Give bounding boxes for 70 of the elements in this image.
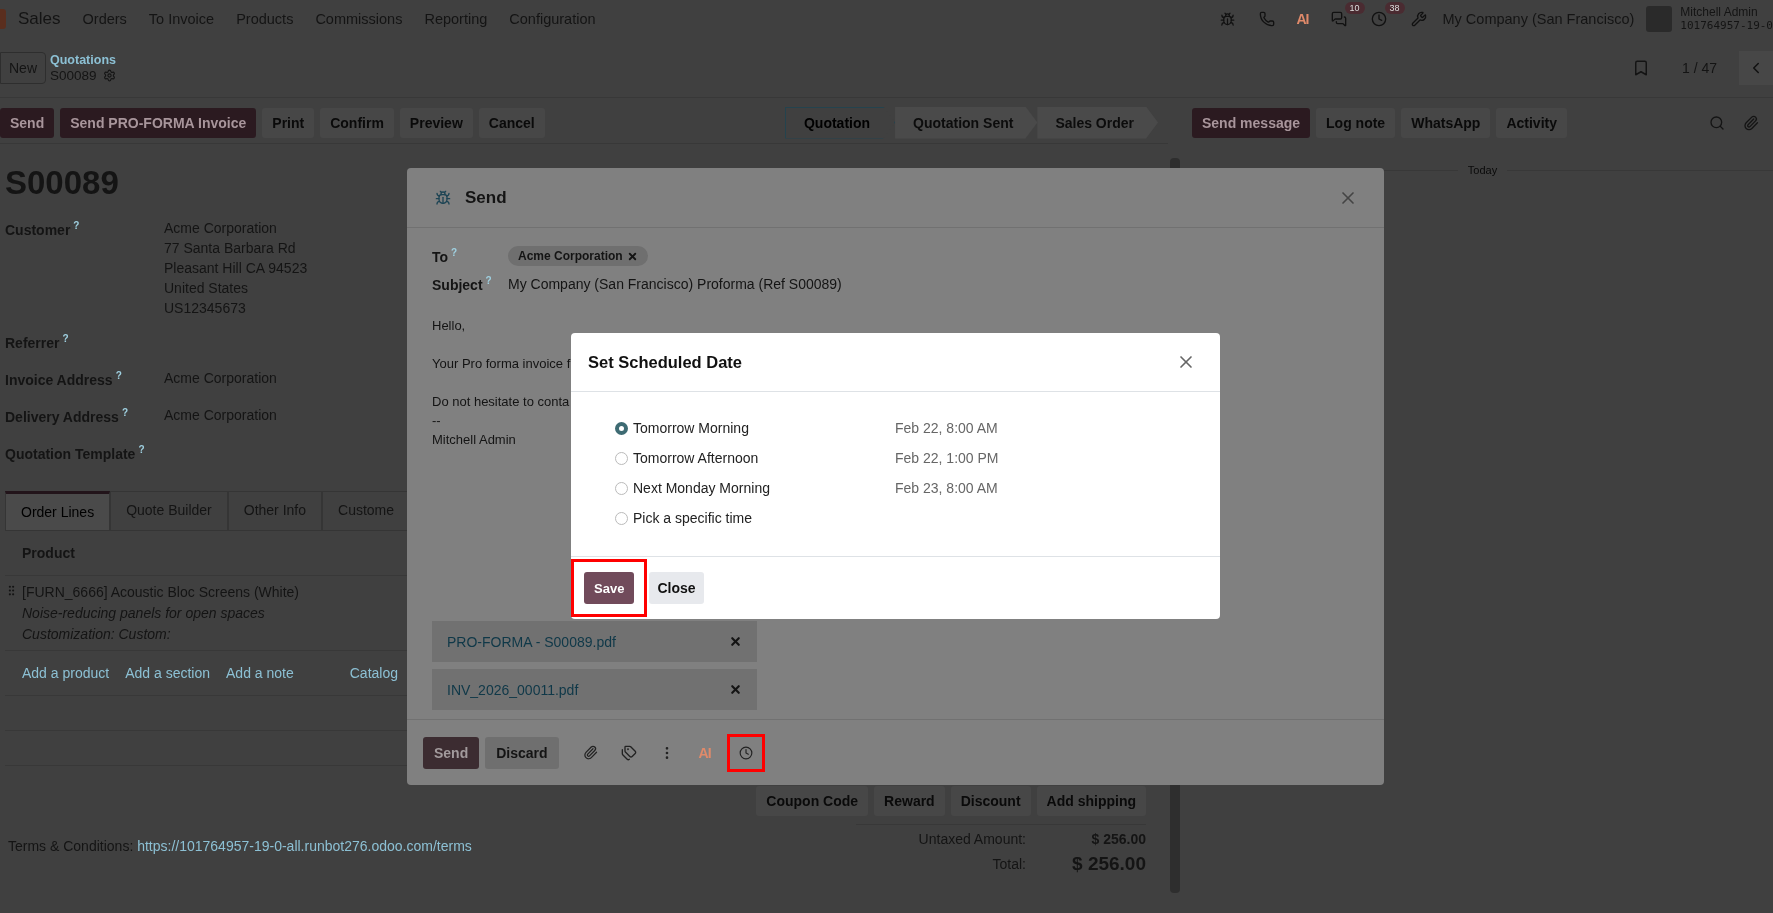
dialog-title: Set Scheduled Date xyxy=(588,352,743,372)
chatter-button[interactable]: Send message xyxy=(1192,108,1311,138)
close-button[interactable]: Close xyxy=(649,572,704,604)
search-icon[interactable] xyxy=(1709,115,1725,131)
settings-icon[interactable] xyxy=(102,69,116,82)
add-line-link[interactable]: Add a product xyxy=(22,665,110,681)
field-label: Subject$^{?}$ xyxy=(432,275,492,293)
phone-icon[interactable] xyxy=(1258,11,1275,27)
attachment-link[interactable]: INV_2026_00011.pdf xyxy=(447,681,579,698)
order-action-button[interactable]: Discount xyxy=(950,786,1031,816)
add-line-link[interactable]: Add a note xyxy=(226,665,294,681)
option-label[interactable]: Pick a specific time xyxy=(631,510,895,526)
message-line: -- xyxy=(432,411,441,430)
radio-button[interactable] xyxy=(615,421,628,435)
option-date: Feb 23, 8:00 AM xyxy=(895,480,999,496)
action-button[interactable]: Cancel xyxy=(478,107,545,138)
add-line-link[interactable]: Catalog xyxy=(349,665,398,681)
radio-button[interactable] xyxy=(615,451,628,465)
action-button[interactable]: Preview xyxy=(399,107,473,138)
subject-field[interactable]: My Company (San Francisco) Proforma (Ref S00089) xyxy=(508,275,842,292)
chatter-button[interactable]: WhatsApp xyxy=(1401,108,1491,138)
message-line: Do not hesitate to conta xyxy=(432,392,570,411)
remove-icon[interactable] xyxy=(626,250,638,262)
ai-logo[interactable]: AI xyxy=(698,744,711,761)
action-button[interactable]: Confirm xyxy=(320,107,394,138)
action-button[interactable]: Send xyxy=(0,107,55,138)
option-label[interactable]: Tomorrow Afternoon xyxy=(631,450,895,466)
terms-link[interactable]: https://101764957-19-0-all.runbot276.odoo.com/terms xyxy=(137,838,472,854)
app-icon[interactable] xyxy=(0,9,6,29)
order-action-button[interactable]: Coupon Code xyxy=(756,786,869,816)
action-button[interactable]: Send PRO-FORMA Invoice xyxy=(60,107,257,138)
breadcrumb-link[interactable]: Quotations xyxy=(50,51,116,68)
form-tab[interactable]: Order Lines xyxy=(5,491,111,530)
radio-button[interactable] xyxy=(615,481,628,495)
discard-button[interactable]: Discard xyxy=(485,736,559,769)
order-action-button[interactable]: Reward xyxy=(874,786,945,816)
option-label[interactable]: Next Monday Morning xyxy=(631,480,895,496)
previous-button[interactable] xyxy=(1739,50,1773,85)
message-line: Hello, xyxy=(432,316,466,335)
clock-icon[interactable] xyxy=(1370,11,1387,27)
add-line-link[interactable]: Add a section xyxy=(125,665,210,681)
status-step[interactable]: Sales Order xyxy=(1037,106,1158,139)
activity-count-badge: 38 xyxy=(1384,2,1405,14)
chat-icon[interactable] xyxy=(1330,11,1347,27)
status-step[interactable]: Quotation Sent xyxy=(895,106,1038,139)
bug-icon[interactable] xyxy=(1219,11,1235,27)
action-button[interactable]: Print xyxy=(262,107,315,138)
option-label[interactable]: Tomorrow Morning xyxy=(631,420,895,436)
option-date: Feb 22, 1:00 PM xyxy=(895,450,1000,466)
order-action-button[interactable]: Add shipping xyxy=(1036,786,1146,816)
recipient-tag[interactable]: Acme Corporation xyxy=(508,246,648,266)
bug-icon xyxy=(435,189,451,206)
radio-button[interactable] xyxy=(615,511,628,525)
send-button[interactable]: Send xyxy=(423,736,480,769)
message-line: Your Pro forma invoice f xyxy=(432,354,571,373)
remove-icon[interactable] xyxy=(729,635,742,648)
remove-icon[interactable] xyxy=(729,683,742,696)
wrench-icon[interactable] xyxy=(1410,11,1427,27)
message-line: Mitchell Admin xyxy=(432,430,516,449)
chatter-button[interactable]: Activity xyxy=(1496,108,1567,138)
attachment-link[interactable]: PRO-FORMA - S00089.pdf xyxy=(447,633,616,650)
ai-logo[interactable]: AI xyxy=(1296,11,1309,27)
field-label: To$^{?}$ xyxy=(432,247,458,265)
chatter-button[interactable]: Log note xyxy=(1316,108,1396,138)
message-count-badge: 10 xyxy=(1344,2,1365,14)
dialog-title: Send xyxy=(465,187,507,208)
save-button[interactable]: Save xyxy=(584,572,635,604)
option-date: Feb 22, 8:00 AM xyxy=(895,420,999,436)
status-step[interactable]: Quotation xyxy=(784,106,896,139)
paperclip-icon[interactable] xyxy=(1743,115,1759,131)
